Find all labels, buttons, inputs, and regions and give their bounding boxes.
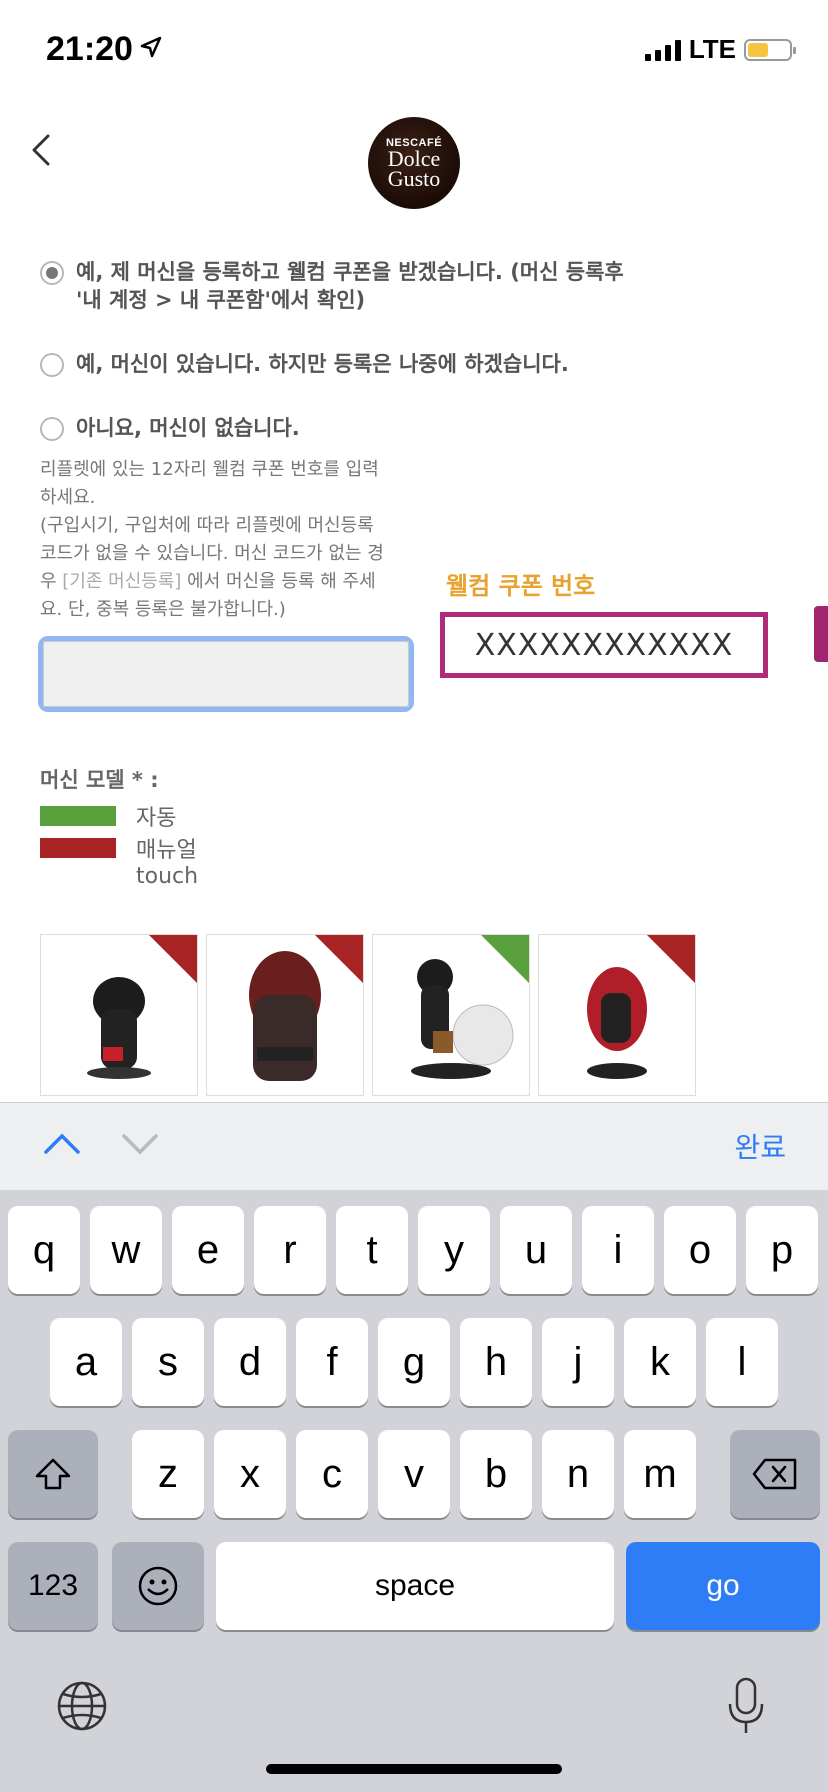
coupon-example-box: XXXXXXXXXXXX: [440, 612, 768, 678]
key-y[interactable]: y: [418, 1206, 490, 1294]
key-u[interactable]: u: [500, 1206, 572, 1294]
machine-card-1[interactable]: [40, 934, 198, 1096]
next-field-button[interactable]: [120, 1130, 160, 1162]
location-arrow-icon: [140, 36, 162, 62]
key-n[interactable]: n: [542, 1430, 614, 1518]
back-button[interactable]: [26, 130, 56, 170]
key-i[interactable]: i: [582, 1206, 654, 1294]
space-key[interactable]: space: [216, 1542, 614, 1630]
emoji-key[interactable]: [112, 1542, 204, 1630]
key-h[interactable]: h: [460, 1318, 532, 1406]
microphone-icon: [728, 1677, 764, 1733]
coupon-code-field[interactable]: [38, 636, 414, 712]
key-m[interactable]: m: [624, 1430, 696, 1518]
network-label: LTE: [688, 34, 736, 64]
key-k[interactable]: k: [624, 1318, 696, 1406]
key-v[interactable]: v: [378, 1430, 450, 1518]
key-p[interactable]: p: [746, 1206, 818, 1294]
key-e[interactable]: e: [172, 1206, 244, 1294]
backspace-icon: [752, 1458, 797, 1490]
key-b[interactable]: b: [460, 1430, 532, 1518]
legend-auto: 자동: [40, 800, 176, 832]
previous-field-button[interactable]: [42, 1130, 82, 1162]
shift-icon: [35, 1458, 71, 1490]
done-button[interactable]: 완료: [734, 1126, 786, 1166]
dictation-key[interactable]: [726, 1676, 766, 1740]
option-label: 예, 제 머신을 등록하고 웰컴 쿠폰을 받겠습니다. (머신 등록후: [76, 260, 624, 284]
legend-manual: 매뉴얼: [40, 832, 197, 864]
key-r[interactable]: r: [254, 1206, 326, 1294]
coupon-code-input[interactable]: [43, 641, 409, 707]
chevron-down-icon: [122, 1134, 158, 1155]
machine-card-2[interactable]: [206, 934, 364, 1096]
key-t[interactable]: t: [336, 1206, 408, 1294]
machine-card-3[interactable]: [372, 934, 530, 1096]
status-time: 21:20: [46, 30, 133, 68]
globe-icon: [57, 1681, 107, 1731]
option-register-now[interactable]: 예, 제 머신을 등록하고 웰컴 쿠폰을 받겠습니다. (머신 등록후 '내 계…: [40, 258, 624, 314]
key-w[interactable]: w: [90, 1206, 162, 1294]
shift-key[interactable]: [8, 1430, 98, 1518]
globe-key[interactable]: [56, 1680, 108, 1736]
key-c[interactable]: c: [296, 1430, 368, 1518]
type-corner: [149, 935, 197, 983]
legend-swatch-green: [40, 806, 116, 826]
battery-icon: [744, 38, 796, 61]
legend-touch: touch: [136, 864, 199, 889]
key-j[interactable]: j: [542, 1318, 614, 1406]
radio-button[interactable]: [40, 261, 64, 285]
chevron-left-icon: [32, 134, 50, 166]
machine-model-title: 머신 모델 * :: [40, 768, 159, 792]
key-x[interactable]: x: [214, 1430, 286, 1518]
option-label: 예, 머신이 있습니다. 하지만 등록은 나중에 하겠습니다.: [76, 352, 569, 376]
key-a[interactable]: a: [50, 1318, 122, 1406]
backspace-key[interactable]: [730, 1430, 820, 1518]
key-d[interactable]: d: [214, 1318, 286, 1406]
brand-logo: NESCAFÉ Dolce Gusto: [368, 117, 460, 209]
radio-button[interactable]: [40, 417, 64, 441]
go-key[interactable]: go: [626, 1542, 820, 1630]
option-label-cont: '내 계정 > 내 쿠폰함'에서 확인): [76, 288, 366, 312]
keyboard: q w e r t y u i o p a s d f g h j k l z …: [0, 1190, 828, 1792]
existing-machine-link[interactable]: [기존 머신등록]: [62, 571, 181, 592]
coupon-instructions: 리플렛에 있는 12자리 웰컴 쿠폰 번호를 입력 하세요. (구입시기, 구입…: [40, 459, 384, 620]
signal-icon: [644, 39, 681, 61]
machine-card-4[interactable]: [538, 934, 696, 1096]
radio-button[interactable]: [40, 353, 64, 377]
key-q[interactable]: q: [8, 1206, 80, 1294]
status-indicators: LTE: [644, 34, 796, 65]
key-f[interactable]: f: [296, 1318, 368, 1406]
legend-swatch-red: [40, 838, 116, 858]
key-s[interactable]: s: [132, 1318, 204, 1406]
key-z[interactable]: z: [132, 1430, 204, 1518]
coupon-example-label: 웰컴 쿠폰 번호: [446, 572, 596, 600]
key-o[interactable]: o: [664, 1206, 736, 1294]
coupon-example-edge: [814, 606, 828, 662]
numbers-key[interactable]: 123: [8, 1542, 98, 1630]
home-indicator: [266, 1764, 562, 1774]
key-l[interactable]: l: [706, 1318, 778, 1406]
key-g[interactable]: g: [378, 1318, 450, 1406]
option-register-later[interactable]: 예, 머신이 있습니다. 하지만 등록은 나중에 하겠습니다.: [40, 350, 569, 378]
option-no-machine[interactable]: 아니요, 머신이 없습니다.: [40, 414, 300, 442]
emoji-icon: [138, 1566, 178, 1606]
chevron-up-icon: [44, 1133, 80, 1154]
machine-list: [40, 934, 696, 1096]
option-label: 아니요, 머신이 없습니다.: [76, 416, 300, 440]
